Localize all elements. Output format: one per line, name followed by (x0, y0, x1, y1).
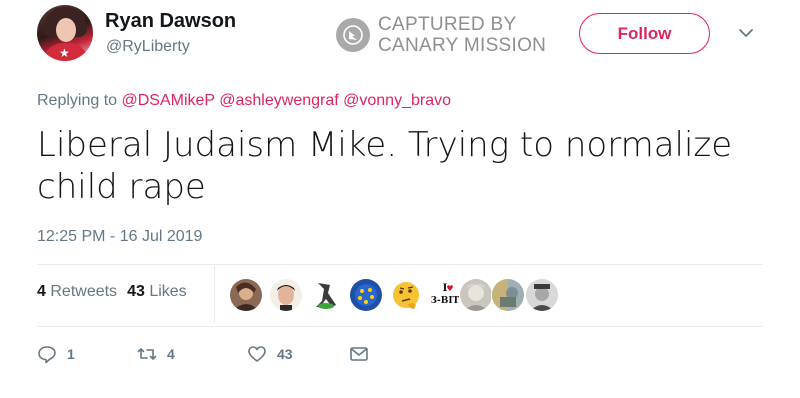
like-count: 43 (277, 346, 293, 362)
mention-link[interactable]: @vonny_bravo (343, 92, 451, 109)
tweet-timestamp[interactable]: 12:25 PM - 16 Jul 2019 (37, 228, 202, 246)
divider (37, 264, 763, 265)
reply-count: 1 (67, 346, 75, 362)
mention-link[interactable]: @DSAMikeP (122, 92, 215, 109)
liker-avatar[interactable]: I ♥ 3-BIT (429, 278, 461, 310)
watermark-line-1: CAPTURED BY (378, 14, 517, 35)
retweet-button[interactable]: 4 (137, 344, 175, 364)
retweet-icon (137, 348, 157, 360)
author-display-name[interactable]: Ryan Dawson (105, 10, 236, 33)
likes-label: Likes (149, 283, 187, 300)
author-handle[interactable]: @RyLiberty (106, 38, 190, 56)
replying-to-label: Replying to (37, 92, 118, 109)
liker-avatar[interactable] (525, 278, 559, 312)
retweets-label: Retweets (50, 283, 118, 300)
liker-6-text-bottom: 3-BIT (431, 296, 460, 306)
likes-stat[interactable]: 43 Likes (127, 283, 187, 300)
canary-logo-icon (336, 18, 370, 52)
liker-avatar[interactable] (309, 278, 343, 312)
retweets-stat[interactable]: 4 Retweets (37, 283, 117, 300)
stats-separator (214, 266, 215, 323)
direct-message-button[interactable] (349, 344, 369, 364)
likes-count: 43 (127, 283, 145, 300)
liker-avatar[interactable] (389, 278, 423, 312)
follow-button[interactable]: Follow (579, 13, 710, 54)
watermark-line-2: CANARY MISSION (378, 35, 547, 56)
tweet-text: Liberal Judaism Mike. Trying to normaliz… (37, 125, 733, 207)
heart-icon (248, 346, 266, 362)
canary-mission-watermark: CAPTURED BY CANARY MISSION (336, 14, 566, 58)
retweet-count: 4 (167, 346, 175, 362)
heart-icon: ♥ (446, 284, 453, 293)
retweets-count: 4 (37, 283, 46, 300)
envelope-icon (350, 347, 368, 361)
replying-to: Replying to @DSAMikeP @ashleywengraf @vo… (37, 92, 451, 110)
liker-avatar[interactable] (459, 278, 493, 312)
liker-avatar[interactable] (269, 278, 303, 312)
divider (37, 326, 763, 327)
engagement-stats: 4 Retweets 43 Likes (37, 283, 187, 301)
liker-avatar[interactable] (229, 278, 263, 312)
chevron-down-icon[interactable] (737, 24, 755, 42)
liker-avatar[interactable] (349, 278, 383, 312)
reply-button[interactable]: 1 (37, 344, 75, 364)
liker-avatar[interactable] (491, 278, 525, 312)
mention-link[interactable]: @ashleywengraf (219, 92, 338, 109)
reply-icon (38, 346, 56, 364)
like-button[interactable]: 43 (247, 344, 293, 364)
author-avatar[interactable]: ★ (37, 5, 93, 61)
tweet-card: ★ Ryan Dawson @RyLiberty CAPTURED BY CAN… (0, 0, 800, 398)
